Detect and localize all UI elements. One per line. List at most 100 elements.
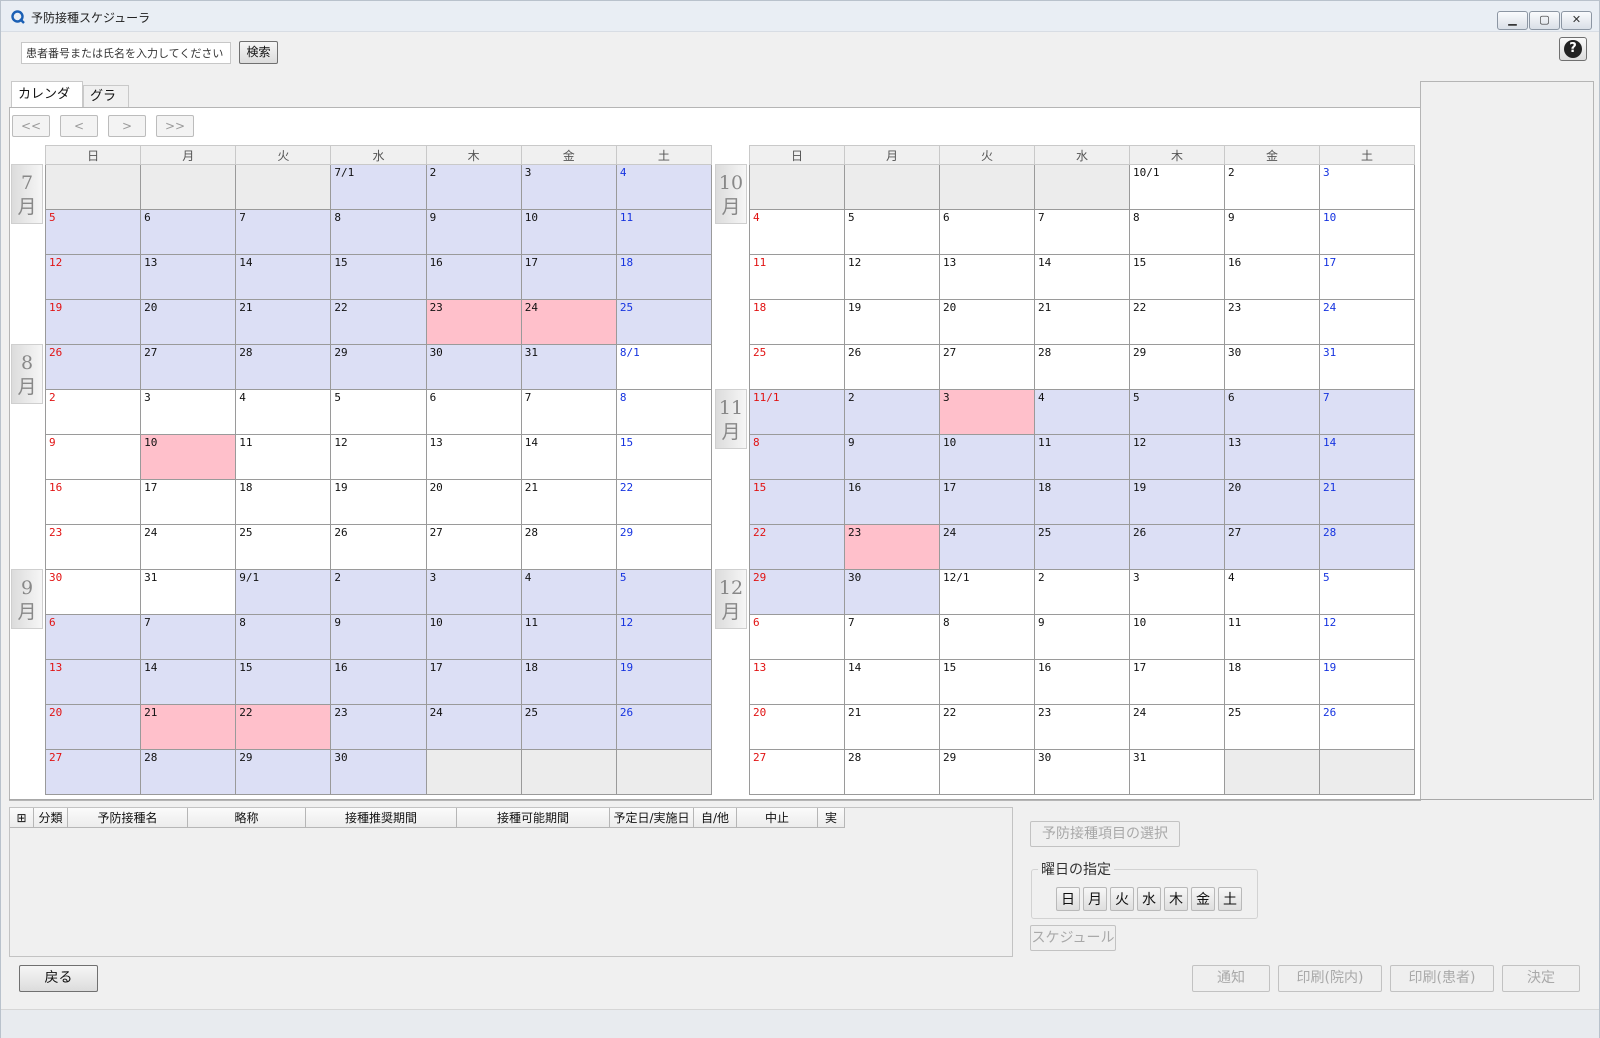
calendar-day-cell[interactable]: 15 xyxy=(330,254,427,300)
back-button[interactable]: 戻る xyxy=(19,965,98,992)
calendar-day-cell[interactable]: 13 xyxy=(1224,434,1320,480)
calendar-day-cell[interactable]: 14 xyxy=(1034,254,1130,300)
calendar-day-cell[interactable]: 24 xyxy=(425,704,522,750)
calendar-day-cell[interactable]: 10 xyxy=(140,434,237,480)
calendar-day-cell[interactable]: 15 xyxy=(939,659,1035,705)
calendar-day-cell[interactable]: 13 xyxy=(749,659,845,705)
column-header-cancel[interactable]: 中止 xyxy=(737,808,818,828)
calendar-day-cell[interactable]: 26 xyxy=(44,344,142,390)
calendar-day-cell[interactable]: 29 xyxy=(235,749,332,795)
calendar-day-cell[interactable]: 12 xyxy=(844,254,940,300)
calendar-day-cell[interactable]: 10 xyxy=(520,209,617,255)
month-label-jul[interactable]: 7 月 xyxy=(11,164,43,224)
calendar-day-cell[interactable]: 23 xyxy=(330,704,427,750)
calendar-day-cell[interactable]: 4 xyxy=(235,389,332,435)
calendar-day-cell[interactable]: 30 xyxy=(1224,344,1320,390)
calendar-day-cell[interactable]: 22 xyxy=(235,704,332,750)
calendar-day-cell[interactable]: 27 xyxy=(749,749,845,795)
weekday-toggle-thu[interactable]: 木 xyxy=(1164,887,1188,911)
calendar-day-cell[interactable]: 6 xyxy=(749,614,845,660)
prev-page-button[interactable]: < xyxy=(60,115,98,137)
calendar-day-cell[interactable]: 20 xyxy=(1224,479,1320,525)
calendar-day-cell[interactable]: 24 xyxy=(520,299,617,345)
calendar-day-cell[interactable]: 23 xyxy=(1224,299,1320,345)
calendar-day-cell[interactable]: 28 xyxy=(235,344,332,390)
calendar-day-cell[interactable]: 13 xyxy=(140,254,237,300)
calendar-day-cell[interactable]: 28 xyxy=(520,524,617,570)
calendar-day-cell[interactable]: 3 xyxy=(425,569,522,615)
calendar-day-cell[interactable]: 13 xyxy=(425,434,522,480)
calendar-day-cell[interactable]: 4 xyxy=(749,209,845,255)
calendar-day-cell[interactable]: 20 xyxy=(44,704,142,750)
calendar-day-cell[interactable]: 25 xyxy=(749,344,845,390)
calendar-day-cell[interactable]: 4 xyxy=(520,569,617,615)
calendar-day-cell[interactable]: 30 xyxy=(330,749,427,795)
calendar-day-cell[interactable]: 22 xyxy=(1129,299,1225,345)
calendar-day-cell[interactable]: 29 xyxy=(330,344,427,390)
calendar-day-cell[interactable]: 21 xyxy=(520,479,617,525)
calendar-day-cell[interactable]: 5 xyxy=(44,209,142,255)
notify-button[interactable]: 通知 xyxy=(1192,965,1270,992)
calendar-day-cell[interactable]: 20 xyxy=(425,479,522,525)
minimize-button[interactable]: ▁ xyxy=(1497,11,1528,30)
column-header-self-other[interactable]: 自/他 xyxy=(694,808,737,828)
calendar-day-cell[interactable]: 2 xyxy=(1034,569,1130,615)
calendar-day-cell[interactable]: 12/1 xyxy=(939,569,1035,615)
calendar-day-cell[interactable]: 11 xyxy=(615,209,713,255)
calendar-day-cell[interactable]: 16 xyxy=(844,479,940,525)
calendar-day-cell[interactable]: 11/1 xyxy=(749,389,845,435)
column-header-recommended-period[interactable]: 接種推奨期間 xyxy=(306,808,457,828)
calendar-day-cell[interactable]: 10 xyxy=(1319,209,1415,255)
calendar-day-cell[interactable]: 10 xyxy=(939,434,1035,480)
close-button[interactable]: ✕ xyxy=(1561,11,1592,30)
calendar-day-cell[interactable]: 4 xyxy=(615,164,713,210)
print-clinic-button[interactable]: 印刷(院内) xyxy=(1278,965,1382,992)
calendar-day-cell[interactable]: 8 xyxy=(615,389,713,435)
calendar-day-cell[interactable]: 30 xyxy=(1034,749,1130,795)
calendar-day-cell[interactable]: 2 xyxy=(844,389,940,435)
calendar-day-cell[interactable]: 3 xyxy=(520,164,617,210)
calendar-day-cell[interactable]: 12 xyxy=(615,614,713,660)
weekday-toggle-tue[interactable]: 火 xyxy=(1110,887,1134,911)
calendar-day-cell[interactable]: 22 xyxy=(749,524,845,570)
schedule-button[interactable]: スケジュール xyxy=(1030,925,1116,951)
calendar-day-cell[interactable]: 18 xyxy=(1224,659,1320,705)
tab-graph[interactable]: グラフ xyxy=(83,85,129,126)
calendar-day-cell[interactable]: 6 xyxy=(140,209,237,255)
tab-calendar[interactable]: カレンダー xyxy=(11,81,83,128)
calendar-day-cell[interactable]: 3 xyxy=(1319,164,1415,210)
calendar-day-cell[interactable]: 6 xyxy=(425,389,522,435)
column-header-vaccine-name[interactable]: 予防接種名 xyxy=(68,808,188,828)
column-header-done[interactable]: 実 xyxy=(818,808,845,828)
calendar-day-cell[interactable]: 7 xyxy=(140,614,237,660)
calendar-day-cell[interactable]: 13 xyxy=(939,254,1035,300)
print-patient-button[interactable]: 印刷(患者) xyxy=(1390,965,1494,992)
calendar-day-cell[interactable]: 20 xyxy=(749,704,845,750)
calendar-day-cell[interactable]: 21 xyxy=(235,299,332,345)
calendar-day-cell[interactable]: 19 xyxy=(1129,479,1225,525)
calendar-day-cell[interactable]: 16 xyxy=(1224,254,1320,300)
calendar-day-cell[interactable]: 26 xyxy=(330,524,427,570)
calendar-day-cell[interactable]: 29 xyxy=(615,524,713,570)
calendar-day-cell[interactable]: 10 xyxy=(425,614,522,660)
calendar-day-cell[interactable]: 26 xyxy=(615,704,713,750)
calendar-day-cell[interactable]: 5 xyxy=(1129,389,1225,435)
calendar-day-cell[interactable]: 28 xyxy=(1319,524,1415,570)
calendar-day-cell[interactable]: 26 xyxy=(1129,524,1225,570)
calendar-day-cell[interactable]: 16 xyxy=(330,659,427,705)
calendar-day-cell[interactable]: 14 xyxy=(1319,434,1415,480)
calendar-day-cell[interactable]: 13 xyxy=(44,659,142,705)
calendar-day-cell[interactable]: 21 xyxy=(140,704,237,750)
first-page-button[interactable]: << xyxy=(12,115,50,137)
calendar-day-cell[interactable]: 5 xyxy=(615,569,713,615)
calendar-day-cell[interactable]: 9 xyxy=(1034,614,1130,660)
patient-search-input[interactable] xyxy=(21,42,231,64)
calendar-day-cell[interactable]: 30 xyxy=(44,569,142,615)
weekday-toggle-wed[interactable]: 水 xyxy=(1137,887,1161,911)
calendar-day-cell[interactable]: 7 xyxy=(235,209,332,255)
calendar-day-cell[interactable]: 6 xyxy=(44,614,142,660)
calendar-day-cell[interactable]: 2 xyxy=(1224,164,1320,210)
help-button[interactable]: ? xyxy=(1559,37,1587,61)
calendar-day-cell[interactable]: 11 xyxy=(520,614,617,660)
calendar-day-cell[interactable]: 3 xyxy=(1129,569,1225,615)
